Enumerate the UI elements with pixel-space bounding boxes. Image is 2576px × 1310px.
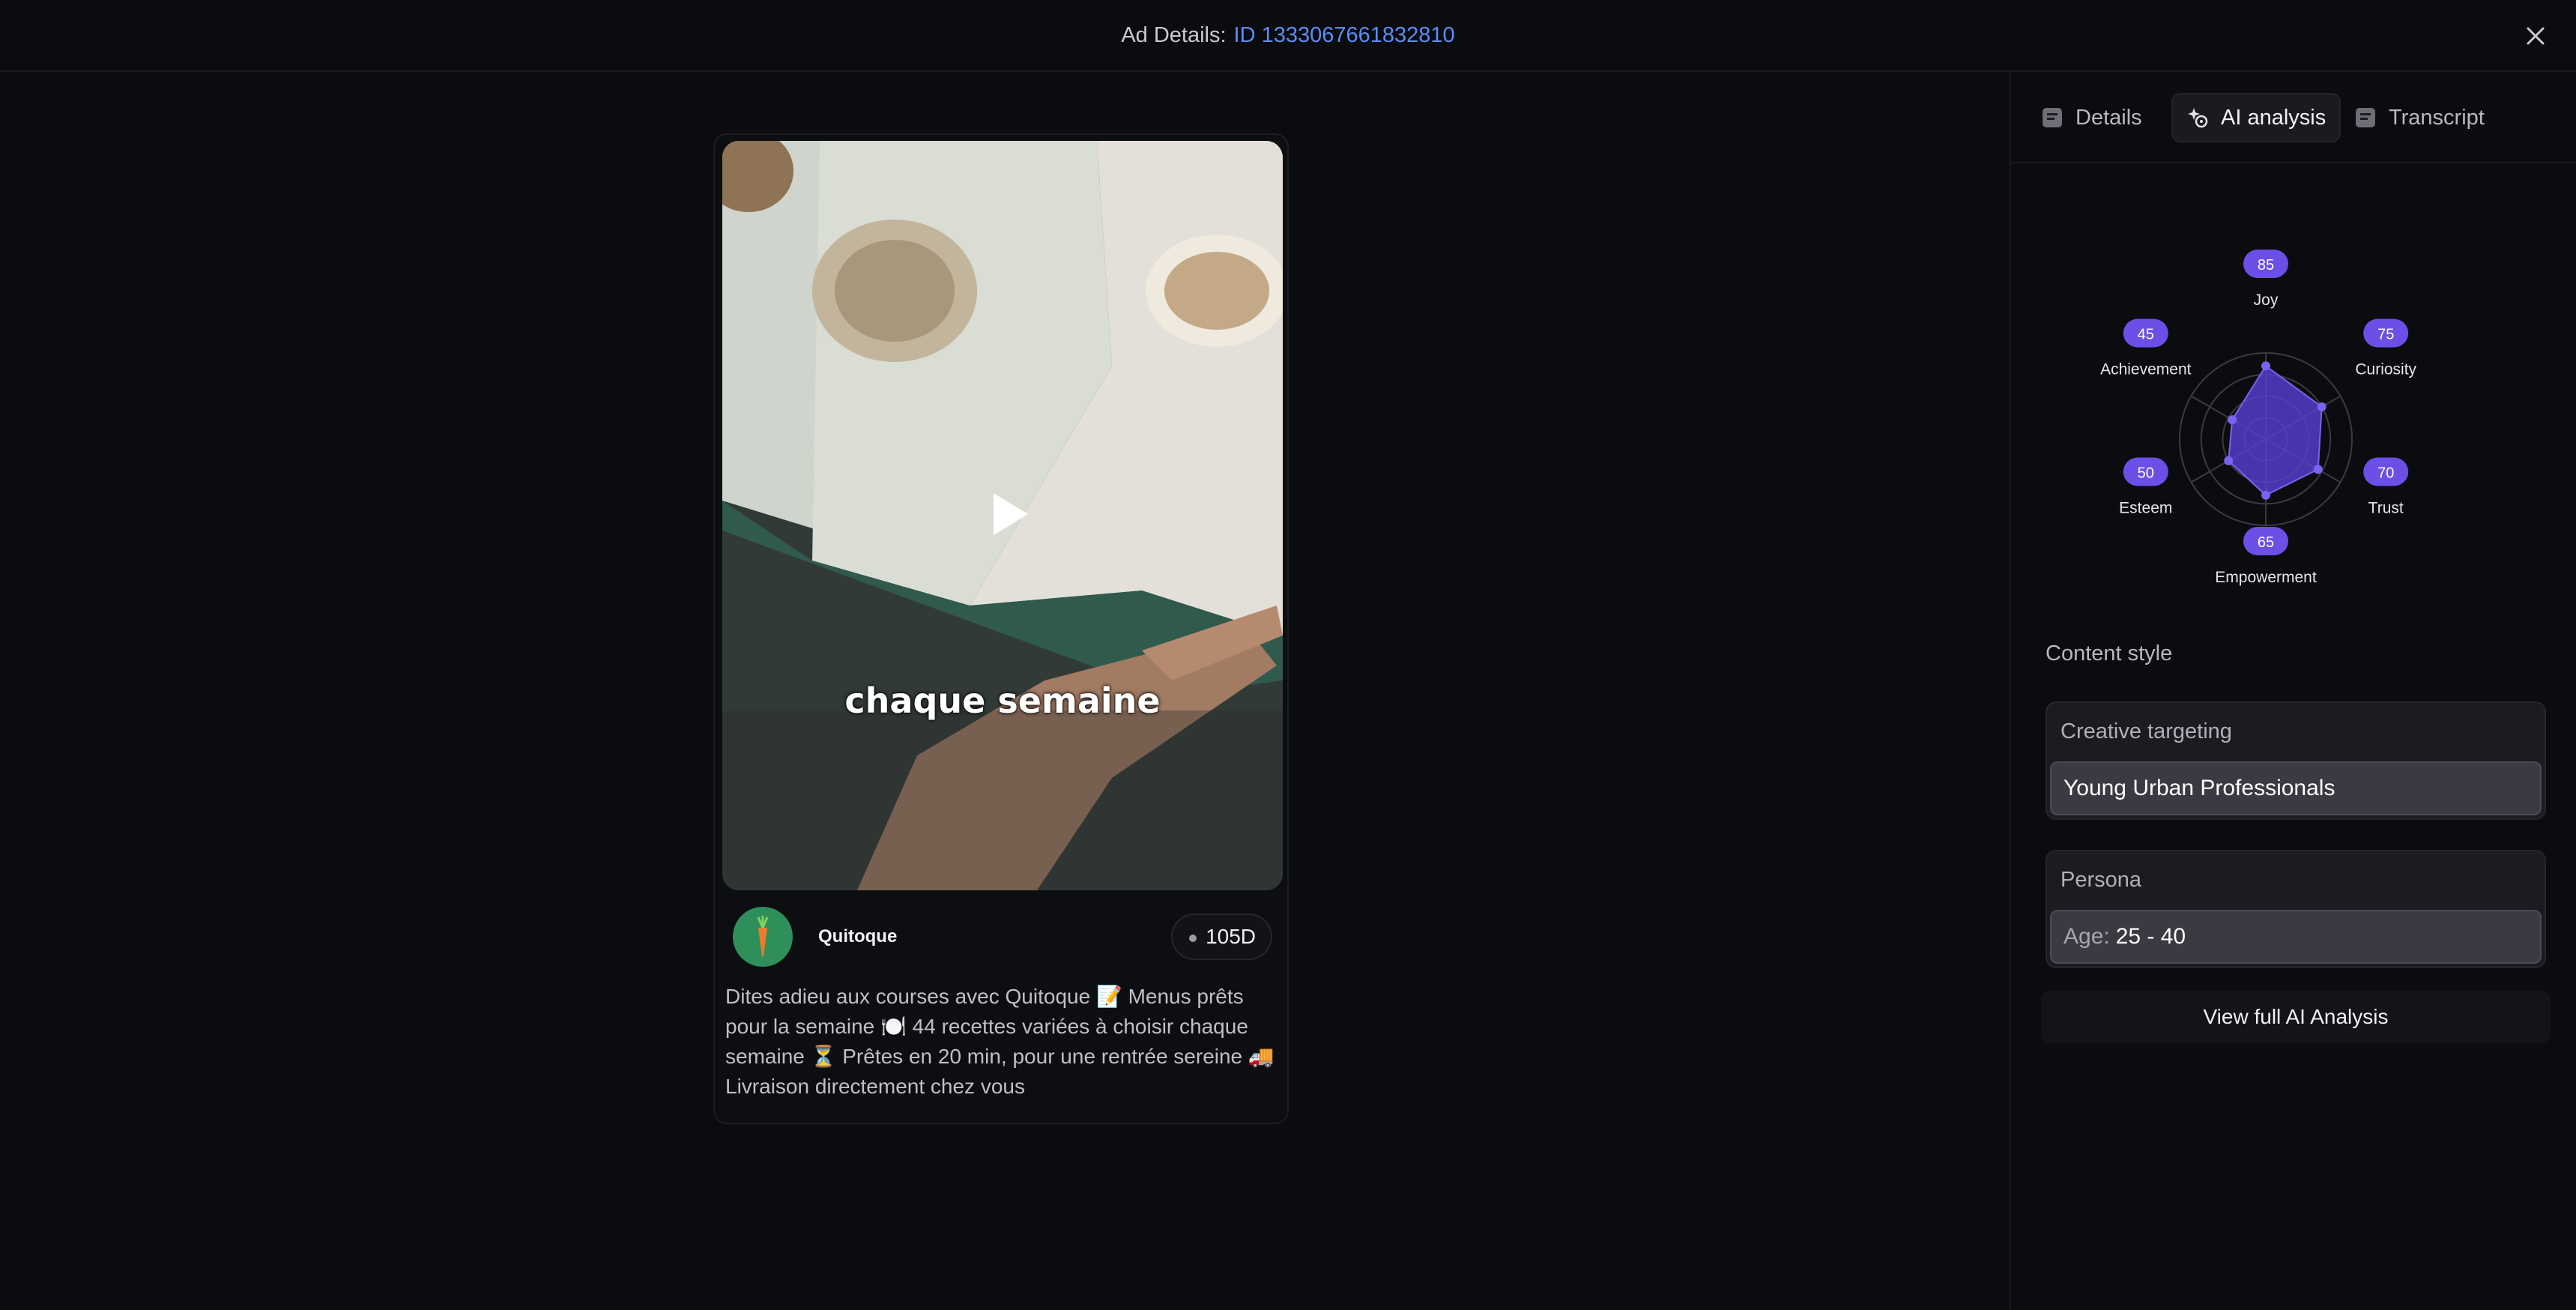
status-dot-icon [1189,935,1197,942]
radar-value-label: 85 [2258,257,2274,274]
persona-age: Age: 25 - 40 [2050,910,2542,964]
radar-value-label: 50 [2138,465,2154,482]
header-label: Ad Details: [1121,22,1227,47]
video-caption: chaque semaine [844,680,1161,721]
radar-value-badge: 85 [2243,250,2288,278]
avatar[interactable] [733,907,793,967]
radar-value-label: 65 [2258,534,2274,551]
radar-value-badge: 50 [2123,457,2168,486]
panel-tabs: Details AI analysis Transcript [2011,72,2576,163]
persona-box: Persona Age: 25 - 40 [2046,850,2546,968]
creative-targeting-title: Creative targeting [2061,719,2232,743]
tab-transcript[interactable]: Transcript [2341,93,2498,142]
creative-targeting-value: Young Urban Professionals [2050,761,2542,815]
days-active-value: 105D [1206,925,1256,948]
content-style-title: Content style [2046,642,2173,665]
video-player[interactable]: chaque semaine [722,141,1283,890]
document-icon [2043,108,2062,127]
radar-point-joy [2261,361,2270,371]
radar-point-curiosity [2317,402,2326,411]
ad-id-link[interactable]: ID 1333067661832810 [1234,23,1455,48]
view-full-analysis-button[interactable]: View full AI Analysis [2041,991,2551,1043]
tab-details[interactable]: Details [2028,93,2156,142]
advertiser-name[interactable]: Quitoque [818,926,897,947]
radar-value-label: 70 [2377,465,2394,482]
radar-value-badge: 45 [2123,319,2168,348]
sparkle-icon [2188,108,2208,128]
radar-category-label: Achievement [2100,361,2192,378]
radar-value-badge: 75 [2363,319,2409,348]
radar-category-label: Empowerment [2215,569,2317,586]
ad-card: chaque semaine Quitoque 105D Dites adieu… [713,133,1289,1124]
ad-body-text: Dites adieu aux courses avec Quitoque 📝 … [725,985,1275,1098]
close-icon [2527,27,2545,45]
radar-point-achievement [2228,415,2237,425]
radar-category-label: Esteem [2119,500,2172,517]
radar-point-trust [2313,465,2323,474]
tab-ai-analysis-label: AI analysis [2221,105,2326,130]
analysis-panel: Details AI analysis Transcript 85 Joy 75 Cu… [2010,72,2576,1310]
tab-details-label: Details [2075,105,2142,130]
radar-value-badge: 70 [2363,457,2409,486]
creative-targeting-text: Young Urban Professionals [2063,776,2335,800]
persona-age-label: Age: [2063,924,2110,949]
radar-category-label: Curiosity [2355,361,2416,378]
close-button[interactable] [2519,19,2552,52]
persona-age-value: 25 - 40 [2115,924,2186,949]
tab-transcript-label: Transcript [2389,105,2485,130]
radar-point-empowerment [2261,490,2270,500]
days-active-badge: 105D [1171,914,1272,960]
radar-category-label: Trust [2368,500,2404,517]
radar-value-label: 45 [2138,327,2154,343]
modal-header: Ad Details: ID 1333067661832810 [0,0,2576,72]
persona-title: Persona [2061,868,2142,892]
radar-value-label: 75 [2377,327,2394,343]
carrot-icon [757,916,769,956]
tab-ai-analysis[interactable]: AI analysis [2171,93,2341,142]
document-icon [2356,108,2375,127]
creative-targeting-box: Creative targeting Young Urban Professio… [2046,701,2546,820]
radar-point-esteem [2224,456,2234,465]
radar-value-badge: 65 [2243,527,2288,555]
advertiser-row: Quitoque 105D [733,907,1272,967]
radar-category-label: Joy [2254,292,2279,309]
play-icon[interactable] [977,484,1037,544]
emotion-radar-chart: 85 Joy 75 Curiosity 70 Trust 65 Empowerment 50 Es… [2100,250,2417,586]
